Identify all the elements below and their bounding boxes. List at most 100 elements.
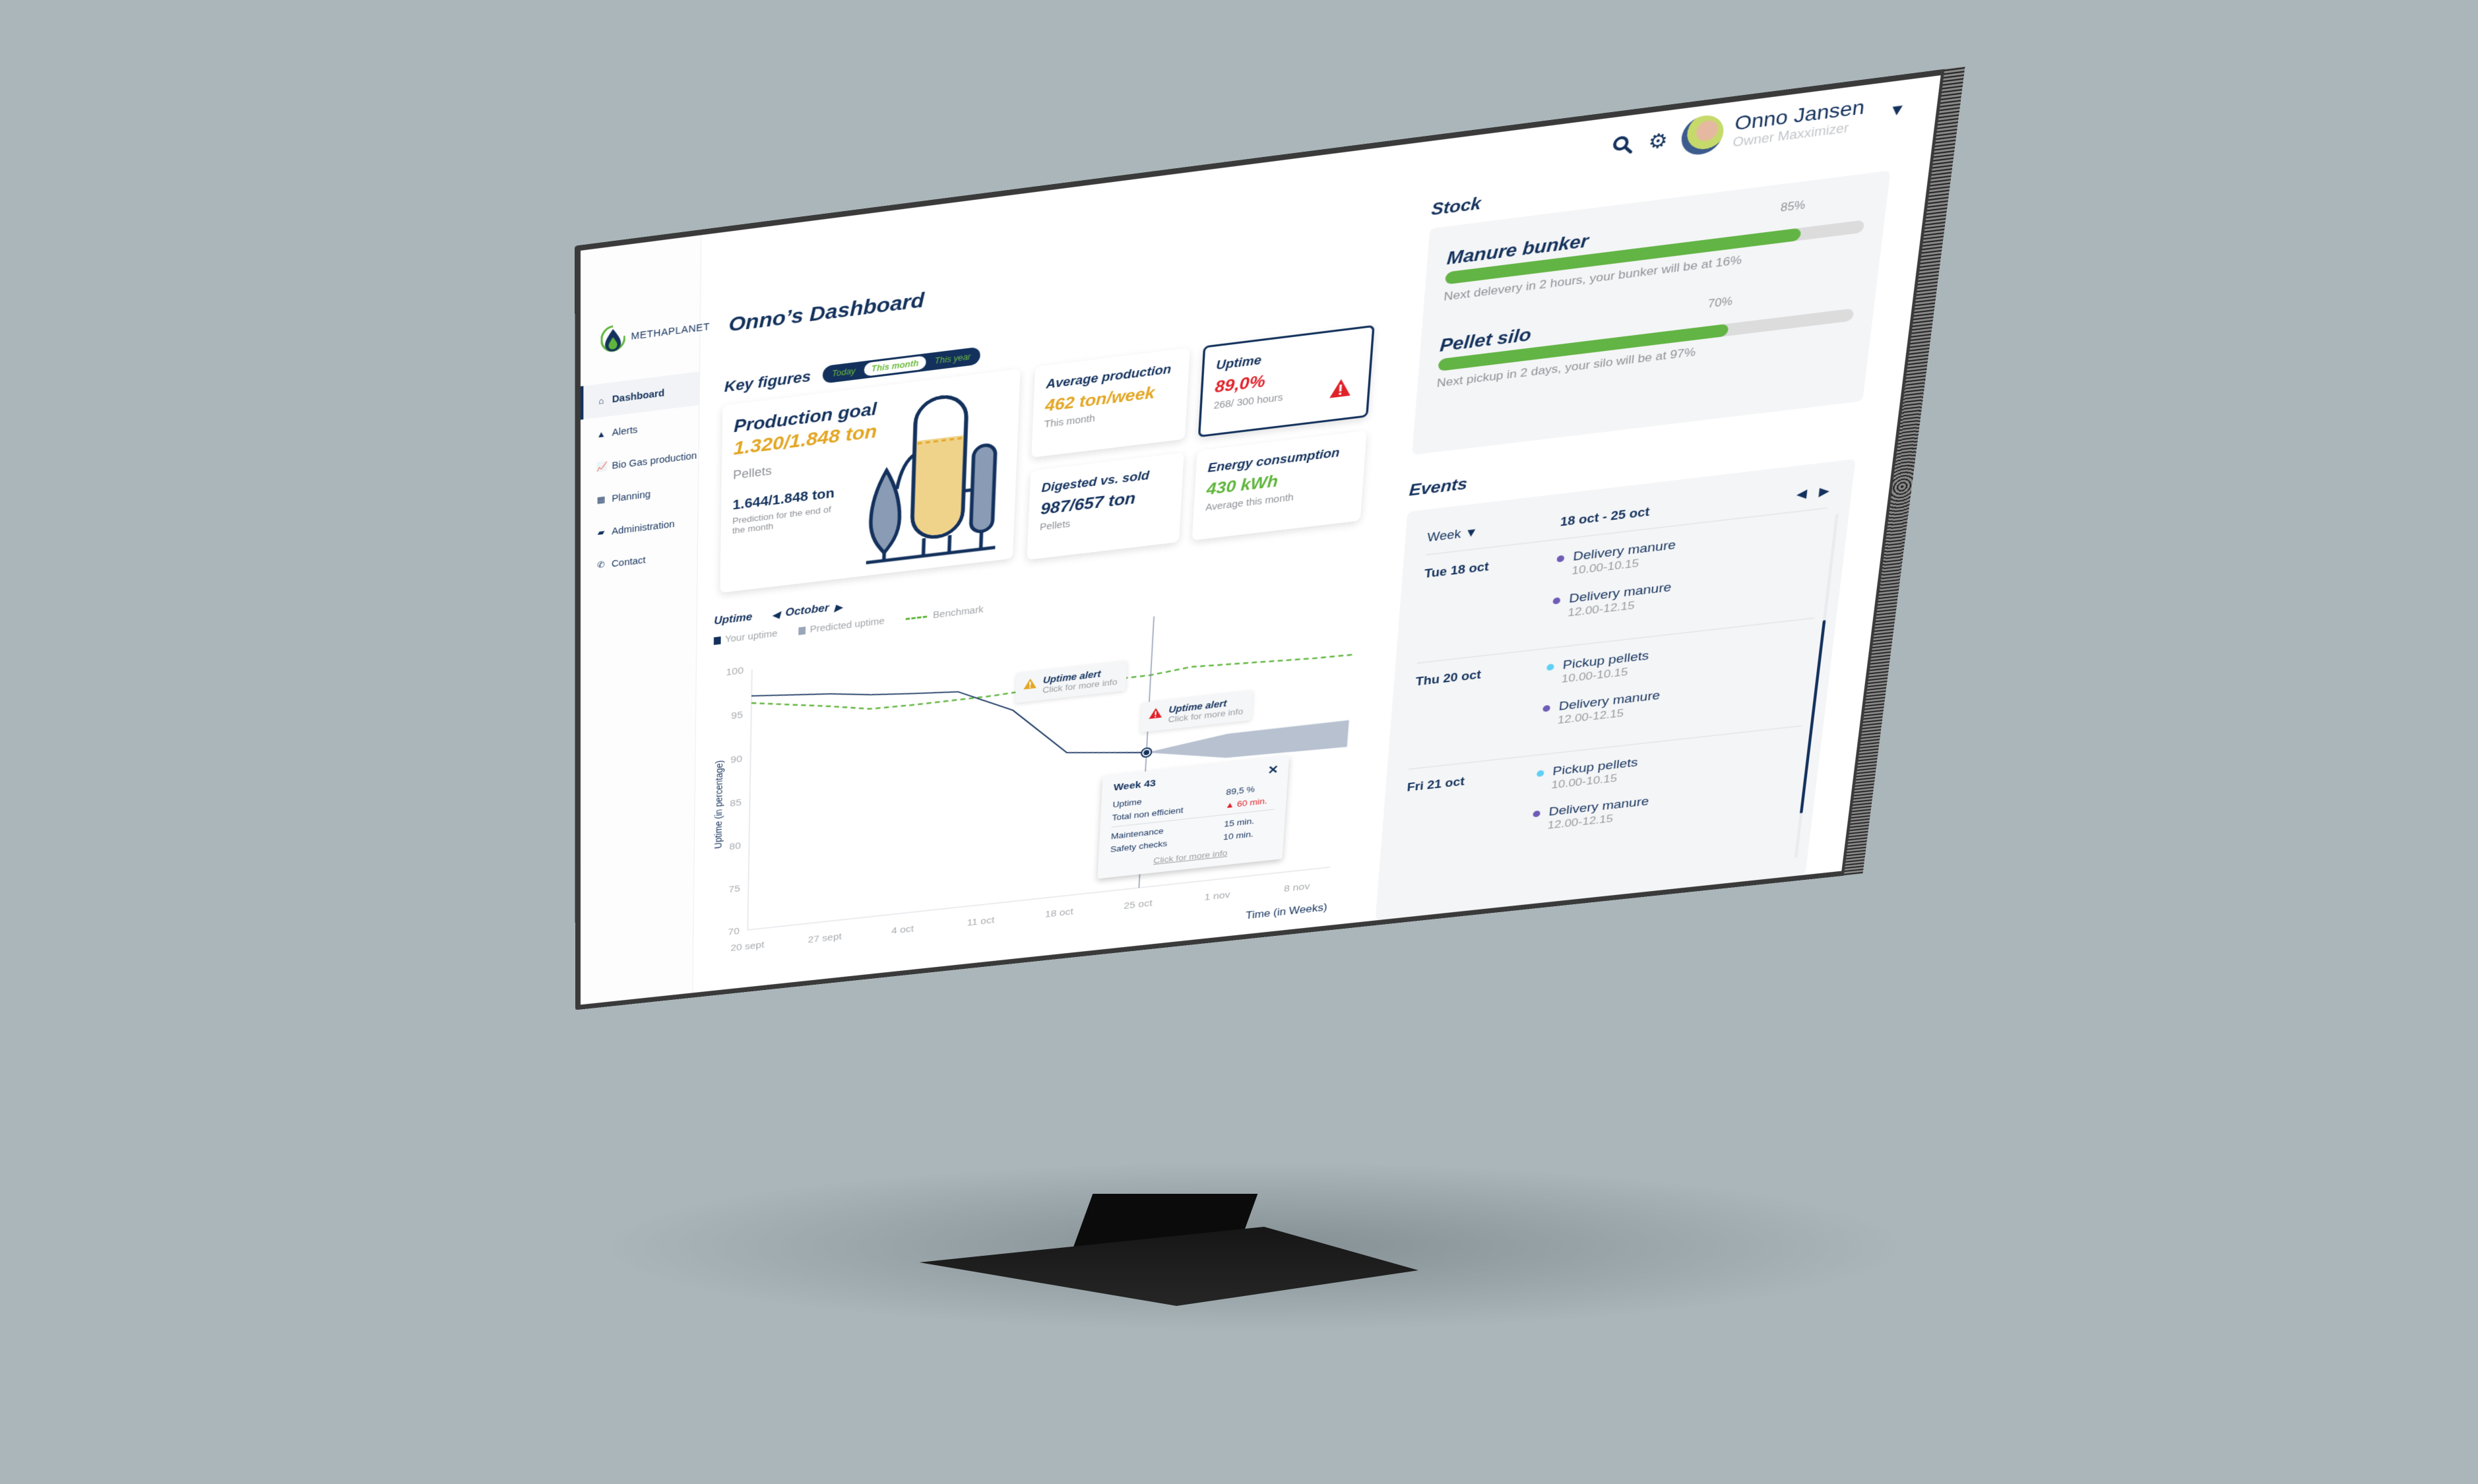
production-goal-card[interactable]: Production goal 1.320/1.848 ton Pellets …: [720, 368, 1021, 593]
alert-triangle-icon: [1149, 707, 1162, 719]
pickup-dot-icon: [1536, 770, 1544, 778]
delivery-dot-icon: [1533, 810, 1541, 818]
stock-percent: 85%: [1779, 199, 1806, 215]
legend-swatch-icon: [713, 636, 721, 646]
caret-down-icon: ▼: [1464, 524, 1478, 540]
prev-month-chevron-left-icon[interactable]: ◀: [772, 609, 780, 621]
sidebar-item-label: Administration: [612, 518, 675, 537]
avatar[interactable]: [1679, 113, 1725, 158]
phone-icon: ✆: [597, 559, 605, 571]
view-label: Week: [1426, 526, 1462, 544]
legend-label: Benchmark: [932, 603, 984, 621]
x-tick-label: 8 nov: [1284, 881, 1311, 894]
x-axis-title: Time (in Weeks): [1246, 901, 1328, 921]
x-tick-label: 27 sept: [808, 931, 842, 945]
prev-week-chevron-left-icon[interactable]: ◀: [1796, 486, 1808, 501]
y-tick-label: 95: [731, 710, 743, 722]
alert-triangle-icon: [1329, 377, 1352, 398]
stock-panel: Manure bunker 85% Next delevery in 2 hou…: [1412, 170, 1891, 455]
y-axis-title: Uptime (in percentage): [713, 760, 725, 850]
day-label: Tue 18 oct: [1424, 559, 1490, 581]
current-month: October: [785, 602, 829, 619]
events-panel: Week ▼ 18 oct - 25 oct ◀ ▶ Tue 18 oct De…: [1375, 458, 1856, 921]
close-icon[interactable]: ✕: [1267, 763, 1279, 778]
events-view-select[interactable]: Week ▼: [1427, 515, 1561, 545]
brand-name: METHAPLANET: [631, 321, 711, 342]
monitor-mockup-scene: METHAPLANET ⌂ Dashboard ▲ Alerts 📈 Bio G…: [0, 0, 2478, 1484]
legend-swatch-icon: [798, 627, 806, 636]
delivery-dot-icon: [1542, 704, 1551, 712]
uptime-card[interactable]: Uptime 89,0% 268/ 300 hours: [1197, 325, 1375, 438]
x-tick-label: 1 nov: [1204, 890, 1231, 903]
sidebar: METHAPLANET ⌂ Dashboard ▲ Alerts 📈 Bio G…: [581, 235, 710, 1005]
legend-benchmark: Benchmark: [905, 603, 984, 623]
legend-dash-icon: [905, 615, 928, 620]
sidebar-item-label: Contact: [611, 554, 646, 569]
period-this-month[interactable]: This month: [864, 355, 926, 377]
y-tick-label: 85: [730, 797, 742, 809]
month-navigator: ◀ October ▶: [772, 601, 842, 621]
dashboard-screen: METHAPLANET ⌂ Dashboard ▲ Alerts 📈 Bio G…: [581, 75, 1941, 1005]
sidebar-item-label: Planning: [612, 488, 651, 504]
stock-percent: 70%: [1707, 295, 1733, 311]
x-tick-label: 11 oct: [967, 915, 995, 928]
gear-icon: ⚙: [1647, 128, 1669, 154]
page-title: Onno’s Dashboard: [728, 289, 925, 336]
user-info[interactable]: Onno Jansen Owner Maxximizer: [1732, 95, 1866, 150]
next-week-chevron-right-icon[interactable]: ▶: [1818, 483, 1830, 499]
folder-icon: ▰: [597, 526, 605, 538]
brand-logo[interactable]: METHAPLANET: [601, 313, 711, 354]
energy-consumption-card[interactable]: Energy consumption 430 kWh Average this …: [1191, 430, 1367, 541]
day-events: Pickup pellets 10.00-10.15 Delivery manur…: [1540, 631, 1813, 743]
search-button[interactable]: [1609, 133, 1636, 158]
y-tick-label: 80: [729, 840, 741, 851]
x-axis-line: [747, 867, 1330, 930]
legend-predicted-uptime: Predicted uptime: [798, 615, 885, 636]
average-production-card[interactable]: Average production 462 ton/week This mon…: [1031, 348, 1190, 458]
sidebar-item-label: Bio Gas production: [612, 450, 697, 471]
key-figures-title: Key figures: [724, 367, 811, 396]
user-menu-caret-down-icon[interactable]: ▼: [1888, 100, 1907, 121]
row-value: 10 min.: [1223, 829, 1254, 842]
row-value-alert: ▲ 60 min.: [1224, 795, 1275, 811]
home-icon: ⌂: [598, 395, 604, 406]
silo-illustration-icon: [862, 383, 1005, 565]
x-tick-label: 25 oct: [1124, 898, 1153, 911]
events-title: Events: [1408, 474, 1469, 500]
monitor: METHAPLANET ⌂ Dashboard ▲ Alerts 📈 Bio G…: [575, 66, 1965, 1319]
legend-label: Predicted uptime: [810, 615, 885, 634]
y-tick-label: 90: [730, 754, 742, 766]
alert-triangle-icon: ▲: [1224, 799, 1238, 811]
y-axis-line: [747, 669, 752, 930]
uptime-chart-section: Uptime ◀ October ▶ Your uptime Predicted…: [709, 538, 1376, 982]
chart-line-icon: 📈: [596, 460, 608, 472]
sidebar-nav: ⌂ Dashboard ▲ Alerts 📈 Bio Gas productio…: [581, 371, 699, 584]
period-this-year[interactable]: This year: [927, 349, 978, 369]
y-tick-label: 70: [728, 926, 740, 937]
week-detail-popup: Week 43 ✕ Uptime 89,5 % Total non efficie…: [1097, 755, 1290, 879]
legend-your-uptime: Your uptime: [713, 628, 778, 646]
header-actions: ⚙ Onno Jansen Owner Maxximizer ▼: [1608, 90, 1908, 166]
day-label: Fri 21 oct: [1406, 774, 1465, 794]
next-month-chevron-right-icon[interactable]: ▶: [835, 602, 842, 613]
chart-title: Uptime: [714, 611, 753, 627]
y-tick-label: 100: [726, 665, 744, 677]
sidebar-item-label: Dashboard: [612, 387, 665, 405]
x-tick-label: 20 sept: [730, 940, 765, 954]
x-tick-label: 4 oct: [891, 923, 914, 936]
settings-button[interactable]: ⚙: [1645, 128, 1672, 154]
monitor-screen-perspective: METHAPLANET ⌂ Dashboard ▲ Alerts 📈 Bio G…: [575, 66, 1965, 1010]
pickup-dot-icon: [1546, 664, 1554, 671]
sidebar-item-label: Alerts: [612, 423, 638, 438]
row-label: Uptime: [1112, 797, 1143, 810]
x-tick-label: 18 oct: [1045, 906, 1074, 919]
digested-vs-sold-card[interactable]: Digested vs. sold 987/657 ton Pellets: [1027, 452, 1184, 560]
day-events: Pickup pellets 10.00-10.15 Delivery manur…: [1530, 738, 1800, 848]
silo-fill: [913, 435, 964, 538]
legend-label: Your uptime: [724, 628, 778, 644]
delivery-dot-icon: [1552, 597, 1561, 605]
search-icon: [1611, 134, 1635, 157]
row-value: 60 min.: [1236, 795, 1268, 809]
period-today[interactable]: Today: [825, 363, 863, 382]
y-tick-label: 75: [728, 884, 740, 895]
